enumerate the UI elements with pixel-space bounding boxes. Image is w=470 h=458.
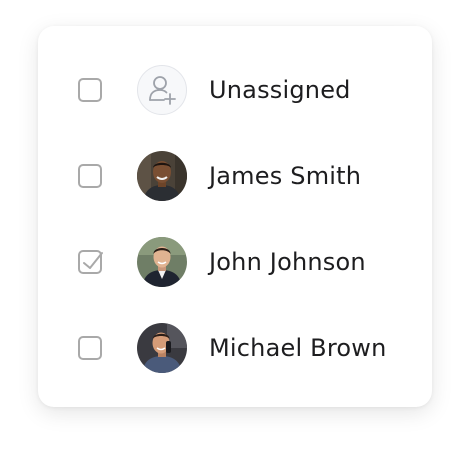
assignee-option-james-smith[interactable]: James Smith — [38, 148, 432, 206]
assignee-option-unassigned[interactable]: Unassigned — [38, 62, 432, 120]
checkbox-james-smith[interactable] — [78, 164, 102, 188]
checkbox-john-johnson[interactable] — [78, 250, 103, 274]
assignee-name: Michael Brown — [209, 334, 387, 362]
avatar-michael-brown — [137, 323, 187, 373]
assignee-name: Unassigned — [209, 76, 351, 104]
assignee-option-michael-brown[interactable]: Michael Brown — [38, 320, 432, 378]
assignee-name: James Smith — [209, 162, 362, 190]
checkmark-icon — [83, 252, 103, 269]
assignee-list-card: Unassigned James Smith John Johnson Mich… — [38, 26, 432, 407]
assignee-option-john-johnson[interactable]: John Johnson — [38, 234, 432, 292]
checkbox-unassigned[interactable] — [78, 78, 102, 102]
avatar-james-smith — [137, 151, 187, 201]
add-user-icon — [137, 65, 187, 115]
assignee-name: John Johnson — [209, 248, 366, 276]
checkbox-michael-brown[interactable] — [78, 336, 102, 360]
avatar-john-johnson — [137, 237, 187, 287]
